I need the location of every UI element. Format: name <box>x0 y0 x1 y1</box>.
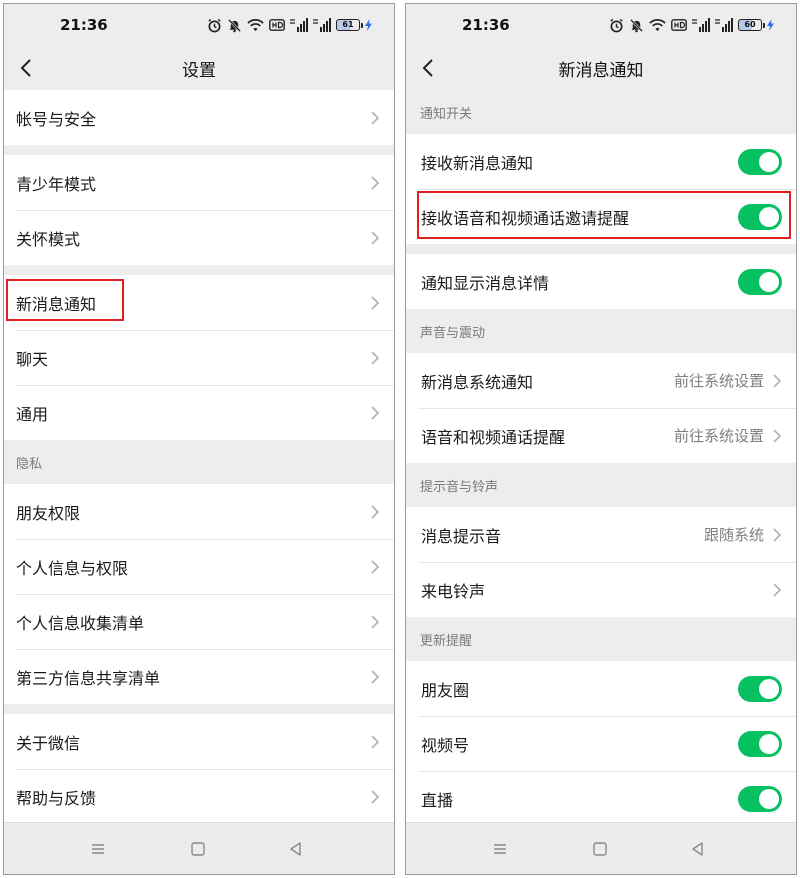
toggle-receive-new-message[interactable] <box>738 148 782 175</box>
settings-screen: 21:36 61 设置 帐号与安全 青少年模式 关怀模式 新消息通知 聊天 通用… <box>3 3 395 875</box>
settings-item-teen-mode[interactable]: 青少年模式 <box>4 155 394 210</box>
settings-item-care-mode[interactable]: 关怀模式 <box>4 210 394 265</box>
battery-level: 61 <box>342 20 354 29</box>
toggle-call-invite-reminder[interactable] <box>738 203 782 230</box>
status-icons: 61 <box>207 16 372 34</box>
toggle-moments[interactable] <box>738 675 782 702</box>
chevron-right-icon <box>371 405 380 420</box>
menu-icon[interactable] <box>90 841 106 857</box>
section-header-sound-vibration: 声音与震动 <box>406 309 796 353</box>
settings-item-personal-info-collection[interactable]: 个人信息收集清单 <box>4 594 394 649</box>
chevron-right-icon <box>371 559 380 574</box>
sound-vibration-group: 新消息系统通知 前往系统设置 语音和视频通话提醒 前往系统设置 <box>406 353 796 463</box>
setting-show-message-details: 通知显示消息详情 <box>406 254 796 309</box>
nav-bar: 设置 <box>4 48 394 90</box>
home-icon[interactable] <box>592 841 608 857</box>
mute-icon <box>630 18 643 32</box>
setting-call-invite-reminder: 接收语音和视频通话邀请提醒 <box>406 189 796 244</box>
alarm-icon <box>610 18 623 32</box>
settings-group-about: 关于微信 帮助与反馈 <box>4 714 394 824</box>
toggle-channels[interactable] <box>738 730 782 757</box>
settings-item-about-wechat[interactable]: 关于微信 <box>4 714 394 769</box>
setting-receive-new-message: 接收新消息通知 <box>406 134 796 189</box>
status-icons: 60 <box>609 16 774 34</box>
chevron-right-icon <box>371 669 380 684</box>
signal-icon <box>290 18 308 32</box>
chevron-right-icon <box>773 373 782 388</box>
chevron-right-icon <box>773 527 782 542</box>
chevron-right-icon <box>371 110 380 125</box>
battery-icon: 60 <box>738 19 774 32</box>
signal-icon <box>692 18 710 32</box>
section-header-update-reminders: 更新提醒 <box>406 617 796 661</box>
hd-icon <box>671 19 687 31</box>
alarm-icon <box>208 18 221 32</box>
wifi-icon <box>649 19 666 32</box>
settings-item-personal-info-permissions[interactable]: 个人信息与权限 <box>4 539 394 594</box>
status-bar: 21:36 61 <box>4 4 394 48</box>
chevron-right-icon <box>773 428 782 443</box>
back-triangle-icon[interactable] <box>690 841 706 857</box>
settings-group-general: 新消息通知 聊天 通用 <box>4 275 394 440</box>
signal-icon <box>715 18 733 32</box>
system-nav-bar <box>4 822 394 874</box>
new-message-notification-screen: 21:36 60 新消息通知 通知开关 接收新消息通知 接收语音和视频通话邀请提… <box>405 3 797 875</box>
status-time: 21:36 <box>462 16 510 34</box>
page-title: 设置 <box>182 61 216 81</box>
settings-group-account: 帐号与安全 <box>4 90 394 145</box>
setting-call-reminder[interactable]: 语音和视频通话提醒 前往系统设置 <box>406 408 796 463</box>
settings-item-third-party-sharing[interactable]: 第三方信息共享清单 <box>4 649 394 704</box>
section-header-notification-switch: 通知开关 <box>406 90 796 134</box>
mute-icon <box>228 18 241 32</box>
nav-bar: 新消息通知 <box>406 48 796 90</box>
notification-switch-group: 接收新消息通知 接收语音和视频通话邀请提醒 <box>406 134 796 244</box>
chevron-right-icon <box>371 350 380 365</box>
setting-live: 直播 <box>406 771 796 826</box>
chevron-right-icon <box>371 175 380 190</box>
setting-moments: 朋友圈 <box>406 661 796 716</box>
back-triangle-icon[interactable] <box>288 841 304 857</box>
toggle-live[interactable] <box>738 785 782 812</box>
settings-group-modes: 青少年模式 关怀模式 <box>4 155 394 265</box>
setting-new-message-system-notification[interactable]: 新消息系统通知 前往系统设置 <box>406 353 796 408</box>
message-detail-group: 通知显示消息详情 <box>406 254 796 309</box>
settings-item-help-feedback[interactable]: 帮助与反馈 <box>4 769 394 824</box>
settings-item-chat[interactable]: 聊天 <box>4 330 394 385</box>
chevron-right-icon <box>371 295 380 310</box>
settings-item-new-message-notification[interactable]: 新消息通知 <box>4 275 394 330</box>
charging-icon <box>767 19 774 31</box>
chevron-right-icon <box>371 734 380 749</box>
chevron-right-icon <box>371 789 380 804</box>
settings-item-general[interactable]: 通用 <box>4 385 394 440</box>
signal-icon <box>313 18 331 32</box>
settings-item-friend-permissions[interactable]: 朋友权限 <box>4 484 394 539</box>
update-reminders-group: 朋友圈 视频号 直播 <box>406 661 796 826</box>
setting-message-tone[interactable]: 消息提示音 跟随系统 <box>406 507 796 562</box>
tones-ringtones-group: 消息提示音 跟随系统 来电铃声 <box>406 507 796 617</box>
status-time: 21:36 <box>60 16 108 34</box>
status-bar: 21:36 60 <box>406 4 796 48</box>
system-nav-bar <box>406 822 796 874</box>
charging-icon <box>365 19 372 31</box>
home-icon[interactable] <box>190 841 206 857</box>
setting-ringtone[interactable]: 来电铃声 <box>406 562 796 617</box>
battery-icon: 61 <box>336 19 372 32</box>
chevron-right-icon <box>371 230 380 245</box>
setting-channels: 视频号 <box>406 716 796 771</box>
wifi-icon <box>247 19 264 32</box>
section-header-tones-ringtones: 提示音与铃声 <box>406 463 796 507</box>
chevron-right-icon <box>371 504 380 519</box>
page-title: 新消息通知 <box>558 61 644 81</box>
menu-icon[interactable] <box>492 841 508 857</box>
battery-level: 60 <box>744 20 756 29</box>
settings-item-account-security[interactable]: 帐号与安全 <box>4 90 394 145</box>
toggle-show-message-details[interactable] <box>738 268 782 295</box>
hd-icon <box>269 19 285 31</box>
chevron-right-icon <box>371 614 380 629</box>
settings-group-privacy: 朋友权限 个人信息与权限 个人信息收集清单 第三方信息共享清单 <box>4 484 394 704</box>
chevron-right-icon <box>773 582 782 597</box>
section-header-privacy: 隐私 <box>4 440 394 484</box>
